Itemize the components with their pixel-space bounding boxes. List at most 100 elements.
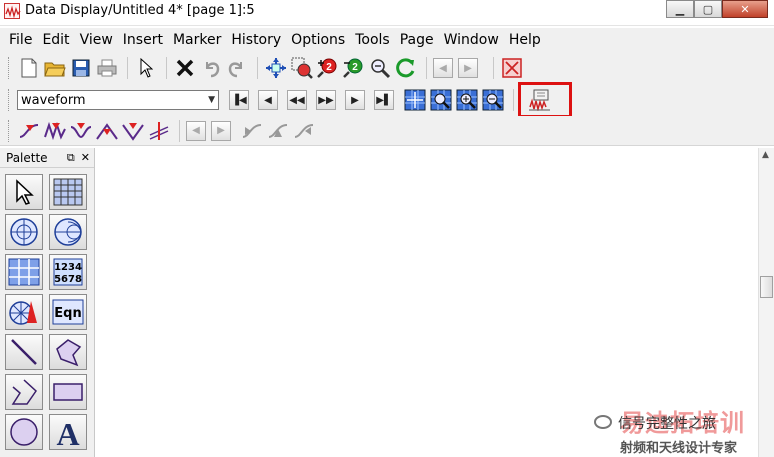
menu-bar: File Edit View Insert Marker History Opt… [0, 28, 774, 52]
print-icon[interactable] [95, 56, 119, 80]
watermark-channel: 信号完整性之旅 [618, 416, 716, 432]
zoom-icon[interactable] [368, 56, 392, 80]
menu-view[interactable]: View [75, 32, 118, 48]
palette-header: Palette ⧉ ✕ [0, 148, 94, 168]
rectangle-icon[interactable] [49, 374, 87, 410]
open-folder-icon[interactable] [43, 56, 67, 80]
menu-edit[interactable]: Edit [37, 32, 74, 48]
palette-title: Palette [6, 150, 48, 165]
polyline-icon[interactable] [5, 374, 43, 410]
svg-text:2: 2 [326, 62, 332, 73]
menu-options[interactable]: Options [286, 32, 350, 48]
text-icon[interactable]: A [49, 414, 87, 450]
polar-plot-icon[interactable] [5, 214, 43, 250]
circle-icon[interactable] [5, 414, 43, 450]
dock-icon[interactable]: ⧉ [67, 151, 75, 165]
palette-grid: 1234 5678 Eqn A [0, 168, 94, 450]
last-trace-button[interactable]: ▶▌ [374, 90, 394, 110]
maximize-button[interactable]: ▢ [694, 0, 722, 18]
table-grid-icon[interactable] [49, 174, 87, 210]
select-arrow-icon[interactable] [134, 56, 158, 80]
plot-toolbar: waveform ▼ ▐◀ ◀ ◀◀ ▶▶ ▶ ▶▌ [0, 84, 774, 116]
scroll-up-icon[interactable]: ▲ [762, 150, 769, 160]
menu-marker[interactable]: Marker [168, 32, 226, 48]
window-controls: ▁ ▢ ✕ [666, 0, 768, 20]
refresh-icon[interactable] [394, 56, 418, 80]
marker-wave-icon[interactable] [43, 119, 67, 143]
menu-help[interactable]: Help [504, 32, 546, 48]
menu-window[interactable]: Window [439, 32, 504, 48]
grid-zoom-out-icon[interactable] [481, 88, 505, 112]
marker-peak-icon[interactable] [95, 119, 119, 143]
scroll-thumb[interactable] [760, 276, 773, 298]
data-table-icon[interactable] [5, 254, 43, 290]
grid-pan-icon[interactable] [403, 88, 427, 112]
svg-text:2: 2 [352, 62, 358, 73]
select-icon[interactable] [5, 174, 43, 210]
next-trace-button[interactable]: ▶ [345, 90, 365, 110]
svg-text:5678: 5678 [54, 274, 82, 285]
app-waveform-icon [4, 3, 21, 19]
svg-text:A: A [56, 416, 79, 448]
chevron-down-icon[interactable]: ▼ [208, 95, 215, 105]
page-previous-button[interactable]: ◀ [433, 58, 453, 78]
grid-zoom-in-icon[interactable] [455, 88, 479, 112]
close-window-button[interactable]: ✕ [722, 0, 768, 18]
cancel-box-icon[interactable] [500, 56, 524, 80]
window-title: Data Display/Untitled 4* [page 1]:5 [25, 3, 255, 18]
toolbar-separator [513, 89, 514, 111]
step-forward-button[interactable]: ▶▶ [316, 90, 336, 110]
zoom-in-2x-icon[interactable]: 2 [316, 56, 340, 80]
marker-move-right-icon[interactable] [292, 119, 316, 143]
minimize-button[interactable]: ▁ [666, 0, 694, 18]
watermark: 易迪拓培训 信号完整性之旅 射频和天线设计专家 [594, 403, 774, 457]
marker-toolbar: ◀ ▶ [0, 116, 774, 146]
step-back-button[interactable]: ◀◀ [287, 90, 307, 110]
toolbar-separator [166, 57, 167, 79]
marker-prev-button[interactable]: ◀ [186, 120, 206, 141]
marker-move-left-icon[interactable] [240, 119, 264, 143]
toolbar-separator [127, 57, 128, 79]
toolbar-grip[interactable] [8, 57, 11, 79]
equation-icon[interactable]: Eqn [49, 294, 87, 330]
marker-min-icon[interactable] [121, 119, 145, 143]
prev-trace-button[interactable]: ◀ [258, 90, 278, 110]
antenna-plot-icon[interactable] [5, 294, 43, 330]
marker-next-button[interactable]: ▶ [211, 120, 231, 141]
wechat-logo-icon [594, 415, 612, 429]
number-list-icon[interactable]: 1234 5678 [49, 254, 87, 290]
menu-history[interactable]: History [226, 32, 286, 48]
zoom-box-icon[interactable] [290, 56, 314, 80]
smith-chart-icon[interactable] [49, 214, 87, 250]
toolbar-grip[interactable] [8, 119, 11, 142]
line-icon[interactable] [5, 334, 43, 370]
marker-valley-icon[interactable] [69, 119, 93, 143]
grid-zoom-icon[interactable] [429, 88, 453, 112]
page-next-button[interactable]: ▶ [458, 58, 478, 78]
polygon-icon[interactable] [49, 334, 87, 370]
save-icon[interactable] [69, 56, 93, 80]
menu-page[interactable]: Page [395, 32, 439, 48]
toolbar-separator [493, 57, 494, 79]
svg-text:1234: 1234 [54, 262, 82, 273]
marker-delta-icon[interactable] [147, 119, 171, 143]
menu-tools[interactable]: Tools [350, 32, 395, 48]
toolbar-separator [179, 119, 180, 142]
menu-insert[interactable]: Insert [118, 32, 168, 48]
move-pan-icon[interactable] [264, 56, 288, 80]
plot-type-select[interactable]: waveform ▼ [17, 90, 219, 110]
toolbar-grip[interactable] [8, 89, 11, 111]
undo-icon[interactable] [199, 56, 223, 80]
toolbar-separator [257, 57, 258, 79]
first-trace-button[interactable]: ▐◀ [229, 90, 249, 110]
marker-rising-icon[interactable] [17, 119, 41, 143]
zoom-out-2x-icon[interactable]: 2 [342, 56, 366, 80]
new-file-icon[interactable] [17, 56, 41, 80]
plot-type-value: waveform [21, 92, 86, 108]
marker-move-up-icon[interactable] [266, 119, 290, 143]
watermark-tagline: 射频和天线设计专家 [620, 441, 738, 456]
close-icon[interactable]: ✕ [81, 151, 90, 165]
redo-icon[interactable] [225, 56, 249, 80]
delete-icon[interactable] [173, 56, 197, 80]
menu-file[interactable]: File [4, 32, 37, 48]
